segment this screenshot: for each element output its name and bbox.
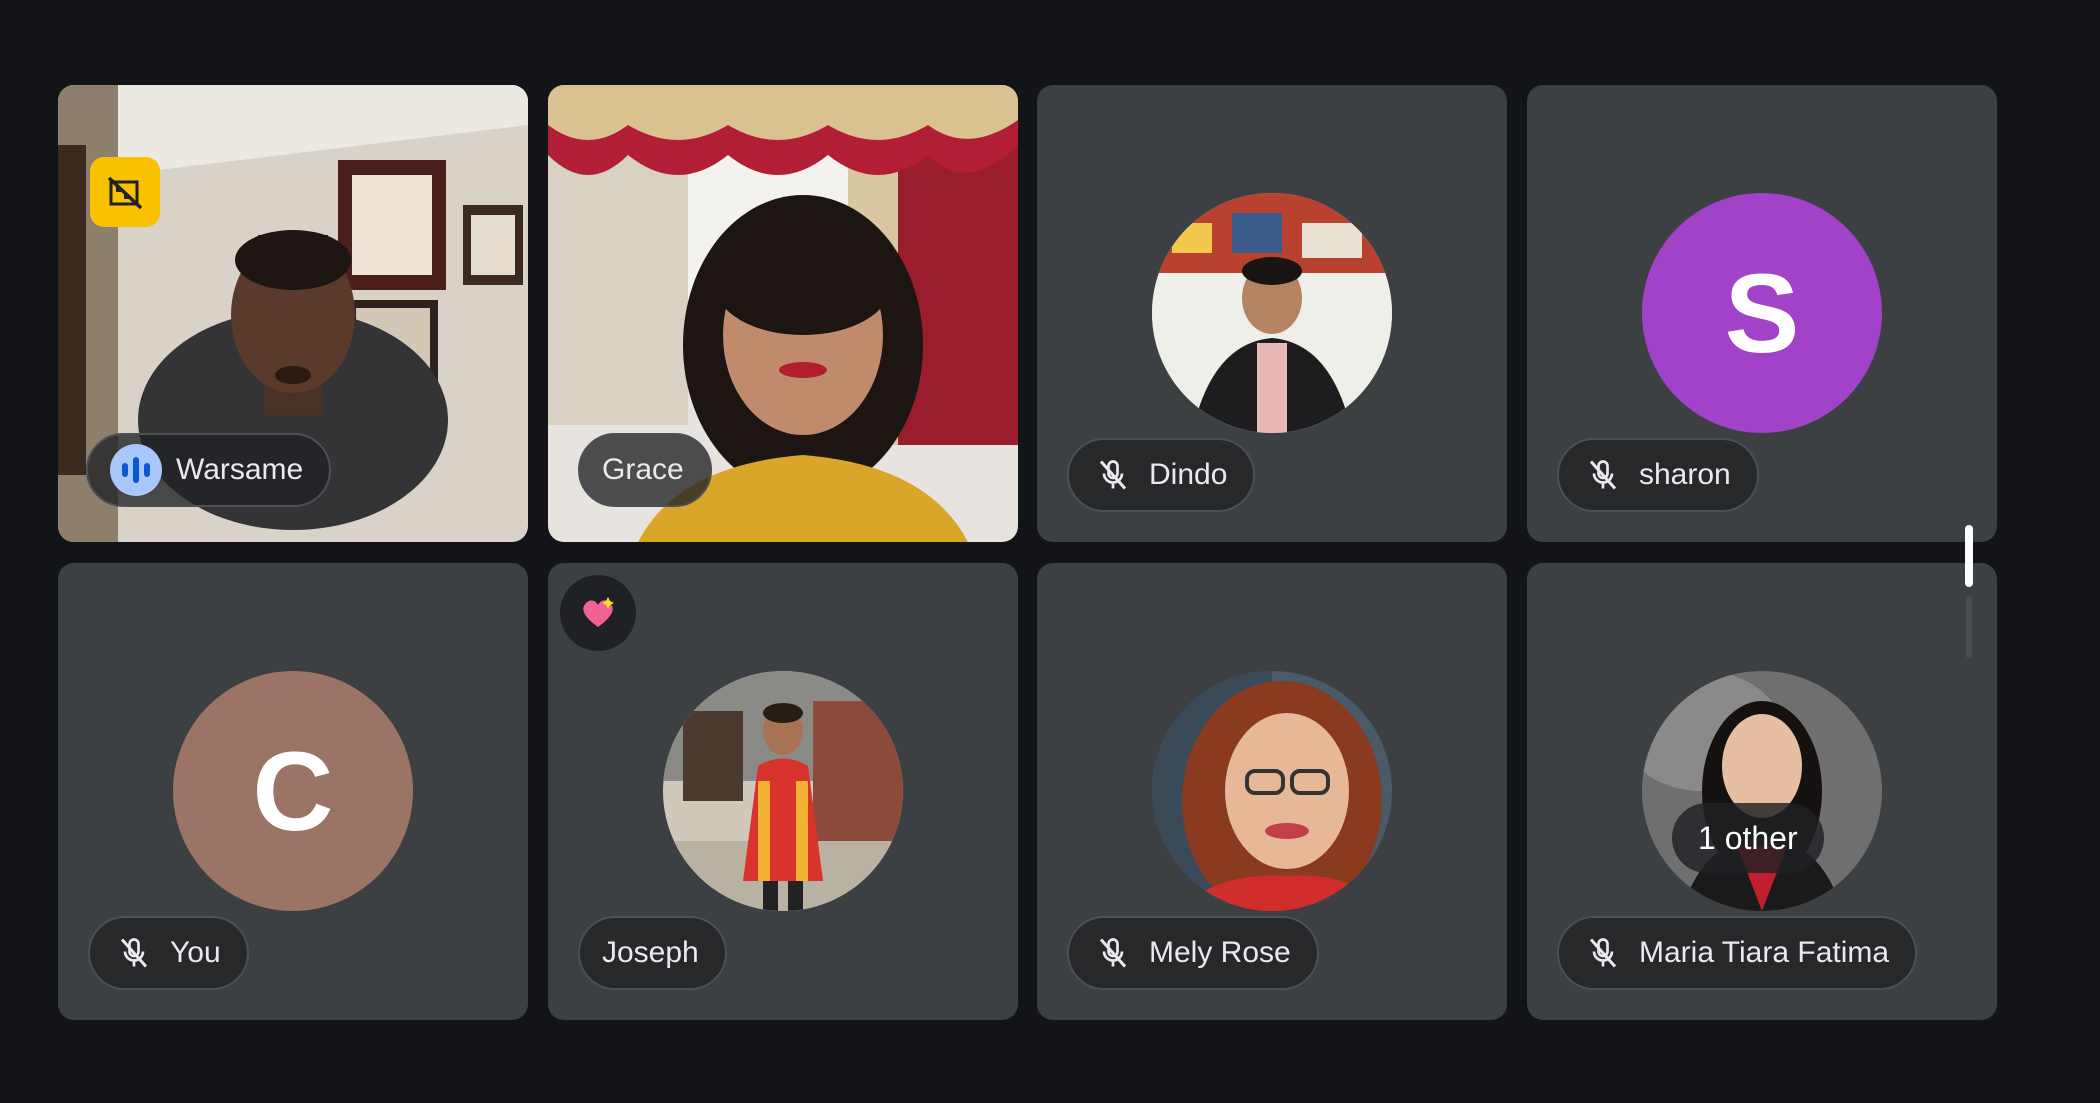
name-label-dindo: Dindo (1067, 438, 1256, 512)
name-label-warsame: Warsame (86, 433, 332, 507)
participant-name: You (170, 936, 221, 969)
avatar-joseph (663, 671, 903, 911)
participant-name: sharon (1639, 458, 1731, 491)
participant-tile-grace[interactable]: Grace (548, 85, 1018, 542)
participant-name: Maria Tiara Fatima (1639, 936, 1890, 969)
avatar-initial: S (1724, 250, 1800, 376)
audio-level-icon (110, 444, 162, 496)
participant-name: Dindo (1149, 458, 1228, 491)
participant-tile-joseph[interactable]: Joseph (548, 563, 1018, 1020)
avatar-you: C (173, 671, 413, 911)
name-label-maria-tiara-fatima: Maria Tiara Fatima (1557, 916, 1918, 990)
mic-off-icon (1581, 453, 1625, 497)
participant-tile-you[interactable]: C You (58, 563, 528, 1020)
mic-off-icon (112, 931, 156, 975)
participant-name: Mely Rose (1149, 936, 1291, 969)
participant-tile-maria-tiara-fatima[interactable]: 1 other Maria Tiara Fatima (1527, 563, 1997, 1020)
participant-tile-warsame[interactable]: Warsame (58, 85, 528, 542)
sparkling-heart-icon (560, 575, 636, 651)
participant-name: Joseph (602, 936, 699, 969)
avatar-sharon: S (1642, 193, 1882, 433)
name-label-sharon: sharon (1557, 438, 1759, 512)
participant-tile-mely-rose[interactable]: Mely Rose (1037, 563, 1507, 1020)
participant-name: Warsame (176, 453, 304, 486)
scrollbar-track[interactable] (1966, 596, 1972, 658)
participant-name: Grace (602, 453, 684, 486)
name-label-joseph: Joseph (578, 916, 727, 990)
avatar-initial: C (252, 728, 334, 854)
participant-tile-sharon[interactable]: S sharon (1527, 85, 1997, 542)
participant-tile-dindo[interactable]: Dindo (1037, 85, 1507, 542)
name-label-grace: Grace (578, 433, 712, 507)
name-label-you: You (88, 916, 249, 990)
other-participants-count: 1 other (1672, 803, 1824, 873)
mic-off-icon (1581, 931, 1625, 975)
mic-off-icon (1091, 931, 1135, 975)
avatar-mely-rose (1152, 671, 1392, 911)
name-label-mely-rose: Mely Rose (1067, 916, 1319, 990)
mic-off-icon (1091, 453, 1135, 497)
avatar-dindo (1152, 193, 1392, 433)
avatar-maria-tiara-fatima (1642, 671, 1882, 911)
scrollbar-thumb[interactable] (1965, 525, 1973, 587)
no-framing-icon (90, 157, 160, 227)
other-count-label: 1 other (1698, 819, 1798, 856)
